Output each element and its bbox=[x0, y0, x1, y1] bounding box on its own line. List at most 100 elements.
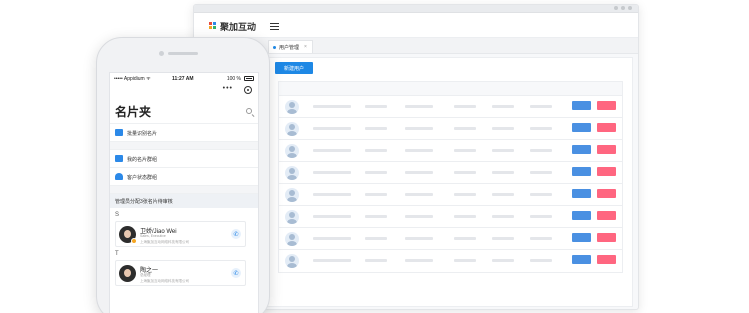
close-icon[interactable]: × bbox=[304, 44, 307, 50]
user-avatar-icon bbox=[285, 188, 299, 202]
table-row bbox=[279, 228, 622, 250]
table-row bbox=[279, 118, 622, 140]
cell-placeholder bbox=[365, 193, 387, 196]
cell-placeholder bbox=[530, 215, 552, 218]
table-header bbox=[279, 82, 622, 96]
delete-button[interactable] bbox=[597, 233, 616, 242]
cell-placeholder bbox=[454, 237, 476, 240]
cell-placeholder bbox=[313, 171, 351, 174]
window-controls bbox=[614, 6, 632, 10]
cell-placeholder bbox=[365, 259, 387, 262]
edit-button[interactable] bbox=[572, 189, 591, 198]
logo-icon bbox=[209, 22, 217, 30]
cell-placeholder bbox=[313, 215, 351, 218]
cell-placeholder bbox=[365, 127, 387, 130]
status-badge bbox=[131, 238, 137, 244]
contact-company: 上海聚加互动网络科技有限公司 bbox=[140, 279, 189, 283]
phone-device: ••••• Appidium ᯤ 11:27 AM 100 % ••• 名片夹 … bbox=[96, 37, 270, 313]
search-icon[interactable] bbox=[246, 108, 252, 114]
more-icon[interactable]: ••• bbox=[223, 85, 233, 92]
cell-placeholder bbox=[405, 105, 433, 108]
cell-placeholder bbox=[313, 193, 351, 196]
window-dot[interactable] bbox=[614, 6, 618, 10]
window-dot[interactable] bbox=[628, 6, 632, 10]
battery-label: 100 % bbox=[226, 76, 241, 82]
tab-user-management[interactable]: 用户管理 × bbox=[268, 40, 313, 53]
table-row bbox=[279, 206, 622, 228]
cell-placeholder bbox=[454, 149, 476, 152]
edit-button[interactable] bbox=[572, 233, 591, 242]
contact-title: Sales, Executive bbox=[140, 234, 166, 238]
cell-placeholder bbox=[313, 237, 351, 240]
menu-label: 批量识别名片 bbox=[127, 131, 158, 137]
section-gap bbox=[110, 142, 258, 150]
tab-active-dot-icon bbox=[273, 45, 276, 49]
cell-placeholder bbox=[530, 237, 552, 240]
avatar bbox=[119, 265, 136, 282]
user-table bbox=[278, 81, 623, 273]
app-topbar: 聚加互动 bbox=[194, 13, 638, 38]
phone-call-icon[interactable]: ✆ bbox=[231, 268, 241, 278]
phone-call-icon[interactable]: ✆ bbox=[231, 229, 241, 239]
delete-button[interactable] bbox=[597, 167, 616, 176]
table-row bbox=[279, 184, 622, 206]
menu-item-batch-scan[interactable]: 批量识别名片 bbox=[110, 124, 258, 142]
status-bar: ••••• Appidium ᯤ 11:27 AM 100 % bbox=[110, 73, 258, 83]
delete-button[interactable] bbox=[597, 101, 616, 110]
window-dot[interactable] bbox=[621, 6, 625, 10]
cell-placeholder bbox=[365, 105, 387, 108]
cell-placeholder bbox=[365, 215, 387, 218]
phone-screen: ••••• Appidium ᯤ 11:27 AM 100 % ••• 名片夹 … bbox=[109, 72, 259, 313]
cell-placeholder bbox=[530, 171, 552, 174]
delete-button[interactable] bbox=[597, 255, 616, 264]
edit-button[interactable] bbox=[572, 101, 591, 110]
tab-label: 用户管理 bbox=[279, 44, 300, 51]
user-avatar-icon bbox=[285, 232, 299, 246]
cell-placeholder bbox=[492, 127, 514, 130]
menu-label: 我的名片群组 bbox=[127, 157, 158, 163]
menu-item-my-card-group[interactable]: 我的名片群组 bbox=[110, 150, 258, 168]
main-content: 新建用户 bbox=[267, 57, 633, 307]
pending-review-label: 管理员分配3张名片待审核 bbox=[115, 199, 173, 205]
index-letter: T bbox=[115, 251, 119, 257]
cell-placeholder bbox=[492, 105, 514, 108]
cell-placeholder bbox=[454, 127, 476, 130]
add-user-button[interactable]: 新建用户 bbox=[275, 62, 313, 74]
table-row bbox=[279, 250, 622, 272]
cell-placeholder bbox=[492, 193, 514, 196]
camera-icon bbox=[159, 51, 164, 56]
contact-card[interactable]: 陶之一 总经理 上海聚加互动网络科技有限公司 ✆ bbox=[115, 260, 246, 286]
cell-placeholder bbox=[313, 127, 351, 130]
hamburger-menu-icon[interactable] bbox=[270, 23, 279, 30]
edit-button[interactable] bbox=[572, 211, 591, 220]
cell-placeholder bbox=[454, 193, 476, 196]
close-target-icon[interactable] bbox=[244, 86, 252, 94]
user-avatar-icon bbox=[285, 166, 299, 180]
edit-button[interactable] bbox=[572, 123, 591, 132]
menu-label: 客户状态群组 bbox=[127, 175, 158, 181]
contact-card[interactable]: 卫娇/Jiao Wei Sales, Executive 上海聚加互动网络科技有… bbox=[115, 221, 246, 247]
delete-button[interactable] bbox=[597, 211, 616, 220]
cell-placeholder bbox=[530, 105, 552, 108]
carrier-label: ••••• Appidium ᯤ bbox=[114, 76, 151, 82]
delete-button[interactable] bbox=[597, 189, 616, 198]
app-logo-text: 聚加互动 bbox=[220, 22, 257, 32]
delete-button[interactable] bbox=[597, 123, 616, 132]
cell-placeholder bbox=[530, 127, 552, 130]
edit-button[interactable] bbox=[572, 167, 591, 176]
cell-placeholder bbox=[313, 259, 351, 262]
edit-button[interactable] bbox=[572, 255, 591, 264]
table-row bbox=[279, 140, 622, 162]
battery-icon bbox=[244, 76, 254, 81]
cell-placeholder bbox=[405, 259, 433, 262]
cell-placeholder bbox=[530, 259, 552, 262]
menu-item-customer-status-group[interactable]: 客户状态群组 bbox=[110, 168, 258, 186]
edit-button[interactable] bbox=[572, 145, 591, 154]
card-group-icon bbox=[115, 155, 123, 162]
cell-placeholder bbox=[365, 171, 387, 174]
cell-placeholder bbox=[530, 193, 552, 196]
pending-review-header[interactable]: 管理员分配3张名片待审核 bbox=[110, 194, 258, 208]
delete-button[interactable] bbox=[597, 145, 616, 154]
status-time: 11:27 AM bbox=[172, 76, 194, 82]
cell-placeholder bbox=[405, 127, 433, 130]
